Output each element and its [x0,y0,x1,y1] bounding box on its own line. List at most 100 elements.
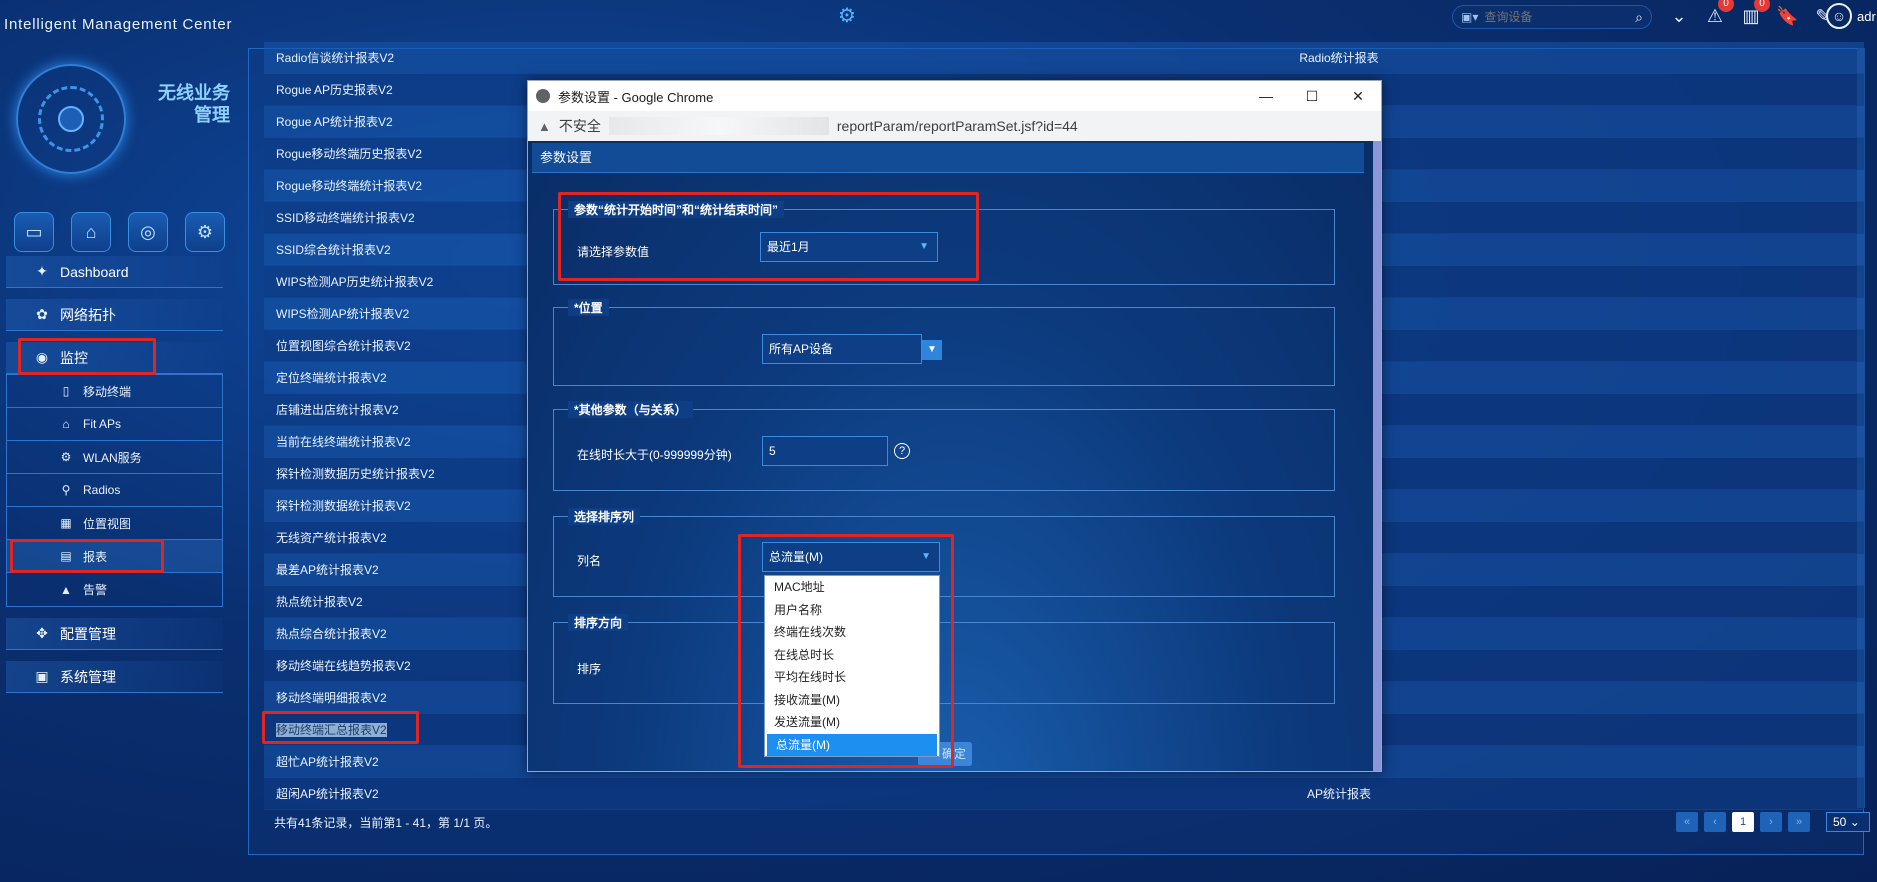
search-input[interactable] [1484,10,1615,24]
report-name-text: 超闲AP统计报表V2 [276,787,379,801]
sort-column-label: 列名 [577,554,602,568]
user-avatar-icon[interactable]: ☺ [1826,3,1852,29]
report-name-text: 热点综合统计报表V2 [276,627,387,641]
antenna-icon: ✦ [36,263,48,279]
sidebar-item-fit-aps[interactable]: ⌂ Fit APs [7,408,222,441]
bookmark-icon[interactable]: 🔖 [1776,6,1798,27]
dropdown-option[interactable]: 终端在线次数 [765,621,939,644]
location-dropdown-button[interactable]: ▼ [922,340,942,360]
report-name-text: Rogue移动终端历史报表V2 [276,147,423,161]
report-name-text: 店铺进出店统计报表V2 [276,403,399,417]
sidebar-item-label: 网络拓扑 [60,306,116,323]
report-name-text: 探针检测数据统计报表V2 [276,499,411,513]
browser-address-bar[interactable]: ▲ 不安全 reportParam/reportParamSet.jsf?id=… [528,111,1381,141]
url-path: reportParam/reportParamSet.jsf?id=44 [836,118,1078,134]
report-name-text: 探针检测数据历史统计报表V2 [276,467,435,481]
sidebar-item-config-management[interactable]: ✥ 配置管理 [6,618,223,650]
sort-column-select[interactable]: 总流量(M) ▼ [762,542,940,572]
report-name-text: WIPS检测AP历史统计报表V2 [276,275,434,289]
dropdown-option[interactable]: 平均在线时长 [765,666,939,689]
location-value: 所有AP设备 [769,342,834,356]
alarm-icon: ▲ [60,582,72,597]
sort-column-legend: 选择排序列 [568,508,641,525]
sidebar-item-monitor[interactable]: ◉ 监控 [6,342,223,374]
sidebar-item-dashboard[interactable]: ✦ Dashboard [6,256,223,288]
device-search-box[interactable]: ▣▾ ⌕ [1452,5,1652,29]
dropdown-option[interactable]: 接收流量(M) [765,689,939,712]
table-row[interactable]: 超闲AP统计报表V2 AP统计报表 [264,778,1864,810]
report-name-text: Rogue AP统计报表V2 [276,115,393,129]
device-type-dropdown-icon[interactable]: ▣▾ [1461,10,1478,24]
gear-icon[interactable]: ⚙ [838,6,858,26]
sidebar-item-label: WLAN服务 [83,450,142,465]
report-badge: 0 [1754,0,1770,12]
sidebar-item-label: 监控 [60,349,88,366]
prev-page-icon[interactable]: ‹ [1704,812,1726,832]
sort-column-dropdown: MAC地址 用户名称 终端在线次数 在线总时长 平均在线时长 接收流量(M) 发送流量(M)… [764,575,940,757]
location-signal-icon[interactable]: ◎ [128,212,168,252]
last-page-icon[interactable]: » [1788,812,1810,832]
config-icon: ✥ [36,625,48,641]
dropdown-option[interactable]: 在线总时长 [765,644,939,667]
next-page-icon[interactable]: › [1760,812,1782,832]
online-duration-value: 5 [769,444,776,458]
dialog-title: 参数设置 [532,143,1364,173]
sidebar-item-label: 系统管理 [60,668,116,685]
top-icon-group: ⌄ ⚠ 0 ▥ 0 🔖 ✎ [1668,0,1834,32]
dialog-scrollbar[interactable] [1373,141,1381,771]
page-size-select[interactable]: 50 ⌄ [1826,812,1870,832]
sidebar-item-mobile-terminal[interactable]: ▯ 移动终端 [7,375,222,408]
search-icon[interactable]: ⌕ [1635,9,1643,26]
sidebar-item-radios[interactable]: ⚲ Radios [7,474,222,507]
location-select[interactable]: 所有AP设备 [762,334,922,364]
other-params-legend: *其他参数（与关系） [568,401,693,418]
sidebar-item-wlan-service[interactable]: ⚙ WLAN服务 [7,441,222,474]
location-icon: ▦ [60,516,72,530]
report-name-text: WIPS检测AP统计报表V2 [276,307,410,321]
sidebar-item-label: Radios [83,483,121,497]
fit-ap-icon[interactable]: ⌂ [71,212,111,252]
window-title: 参数设置 - Google Chrome [558,89,714,105]
sort-column-value: 总流量(M) [769,550,823,564]
report-name-text: 定位终端统计报表V2 [276,371,387,385]
chevron-down-icon[interactable]: ⌄ [1668,6,1690,27]
maximize-icon[interactable]: ☐ [1289,88,1335,105]
alarm-warning-icon[interactable]: ⚠ 0 [1704,0,1734,27]
sidebar-item-reports[interactable]: ▤ 报表 [7,540,222,573]
page-size-value: 50 [1833,815,1847,829]
dropdown-option[interactable]: 总流量(M) [767,733,937,756]
caret-down-icon: ▼ [919,241,929,252]
current-page[interactable]: 1 [1732,812,1754,832]
devices-icon[interactable]: ▭ [14,212,54,252]
report-name[interactable]: 超闲AP统计报表V2 [264,785,824,802]
report-name-text: 当前在线终端统计报表V2 [276,435,411,449]
sort-column-section: 选择排序列 [553,508,1335,597]
sidebar-item-system-management[interactable]: ▣ 系统管理 [6,661,223,693]
dropdown-option[interactable]: 发送流量(M) [765,711,939,734]
record-summary: 共有41条记录，当前第1 - 41，第 1/1 页。 [274,816,498,830]
settings-icon[interactable]: ⚙ [185,212,225,252]
report-chart-icon[interactable]: ▥ 0 [1740,0,1770,27]
minimize-icon[interactable]: — [1243,88,1289,105]
url-insecure-label: 不安全 [558,118,601,134]
sort-direction-label: 排序 [577,662,602,676]
table-row[interactable]: Radio信谈统计报表V2 Radio统计报表 [264,42,1864,74]
time-range-select[interactable]: 最近1月 ▼ [760,232,938,262]
user-name[interactable]: adr [1857,9,1876,24]
first-page-icon[interactable]: « [1676,812,1698,832]
module-title: 无线业务 管理 [158,83,230,125]
dropdown-option[interactable]: 用户名称 [765,599,939,622]
eye-icon: ◉ [35,349,49,365]
sidebar-item-alarms[interactable]: ▲ 告警 [7,573,222,606]
sidebar-item-location-view[interactable]: ▦ 位置视图 [7,507,222,540]
help-icon[interactable]: ? [894,443,910,459]
dropdown-option[interactable]: MAC地址 [765,576,939,599]
sidebar-item-topology[interactable]: ✿ 网络拓扑 [6,299,223,331]
browser-title-bar: 参数设置 - Google Chrome — ☐ ✕ [528,81,1381,111]
report-name[interactable]: Radio信谈统计报表V2 [264,49,824,66]
close-icon[interactable]: ✕ [1335,88,1381,105]
report-name-text: Rogue AP历史报表V2 [276,83,393,97]
top-bar: Intelligent Management Center ⚙ ▣▾ ⌕ ⌄ ⚠… [0,0,1877,48]
report-name-text: 移动终端明细报表V2 [276,691,387,705]
online-duration-input[interactable]: 5 [762,436,888,466]
